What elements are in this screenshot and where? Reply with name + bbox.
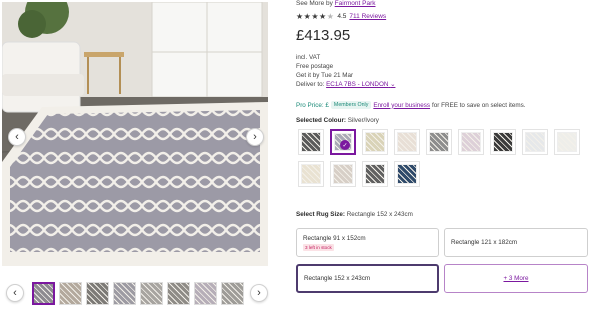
colour-swatch-light-grey[interactable] [522,129,548,155]
hero-next-button[interactable]: › [246,128,264,146]
size-option-91x152[interactable]: Rectangle 91 x 152cm 3 left in stock [296,228,439,257]
reviews-link[interactable]: 711 Reviews [349,13,386,20]
brand-link[interactable]: Fairmont Park [335,0,376,7]
chevron-right-icon: › [257,287,261,299]
colour-swatch-navy-ivory[interactable] [394,161,420,187]
chevron-right-icon: › [253,131,257,143]
size-more-label: + 3 More [503,275,529,282]
size-option-152x243[interactable]: Rectangle 152 x 243cm [296,264,439,293]
thumbnails-prev-button[interactable]: ‹ [6,284,24,302]
size-option-121x182[interactable]: Rectangle 121 x 182cm [444,228,588,257]
swatch-image [301,132,321,152]
swatch-image [301,164,321,184]
thumbnail-5[interactable] [140,282,163,305]
size-option-label: Rectangle 152 x 243cm [304,275,371,282]
delivery-date-text: Get it by Tue 21 Mar [296,72,354,79]
product-hero-image[interactable]: ‹ › [2,2,268,266]
chevron-left-icon: ‹ [13,287,17,299]
colour-swatch-beige-ivory[interactable] [362,129,388,155]
deliver-to-label: Deliver to: [296,81,325,88]
thumbnails-next-button[interactable]: › [250,284,268,302]
colour-swatch-dark-grey[interactable] [362,161,388,187]
members-only-badge: Members Only [330,101,372,109]
swatch-image [557,132,577,152]
swatch-image [397,164,417,184]
swatch-image [429,132,449,152]
chevron-down-icon: ⌄ [390,81,396,88]
thumbnail-8[interactable] [221,282,244,305]
product-price: £413.95 [296,27,351,44]
colour-swatch-ivory-lilac[interactable] [458,129,484,155]
thumbnail-7[interactable] [194,282,217,305]
size-option-label: Rectangle 121 x 182cm [451,239,518,246]
colour-swatch-ivory-beige-2[interactable] [298,161,324,187]
rug-size-label: Select Rug Size: [296,211,345,218]
thumbnail-3[interactable] [86,282,109,305]
brand-link-line: See More by Fairmont Park [296,0,376,7]
colour-swatch-ivory-beige[interactable] [394,129,420,155]
thumbnail-2[interactable] [59,282,82,305]
swatch-image [365,164,385,184]
colour-swatch-black-ivory[interactable] [490,129,516,155]
colour-swatch-grey-ivory[interactable] [426,129,452,155]
stock-badge: 3 left in stock [303,243,334,251]
size-more-button[interactable]: + 3 More [444,264,588,293]
colour-swatch-ivory-silver[interactable] [554,129,580,155]
swatch-image [493,132,513,152]
colour-swatch-beige-taupe[interactable] [330,161,356,187]
swatch-image [365,132,385,152]
chevron-left-icon: ‹ [15,131,19,143]
pro-price-label: Pro Price: £ [296,101,329,109]
size-option-label: Rectangle 91 x 152cm [303,234,366,242]
colour-swatch-silver-ivory[interactable]: ✓ [330,129,356,155]
see-more-prefix: See More by [296,0,333,7]
rating-row: ★★★★★ 4.5 711 Reviews [296,12,386,21]
swatch-image [397,132,417,152]
selected-colour-value: Silver/Ivory [347,117,379,124]
enroll-business-link[interactable]: Enroll your business [373,102,430,109]
deliver-to-location-link[interactable]: EC1A 7BS - LONDON ⌄ [326,81,395,88]
thumbnail-strip: ‹ › [2,281,270,307]
selected-colour-line: Selected Colour: Silver/Ivory [296,117,379,124]
rating-value: 4.5 [337,13,347,20]
postage-text: Free postage [296,63,334,70]
checkmark-icon: ✓ [340,140,350,150]
deliver-to-line: Deliver to: EC1A 7BS - LONDON ⌄ [296,81,395,88]
pro-price-line: Pro Price: £ Members Only Enroll your bu… [296,101,526,109]
vat-text: incl. VAT [296,54,321,61]
rug-size-line: Select Rug Size: Rectangle 152 x 243cm [296,211,413,218]
swatch-image [333,164,353,184]
thumbnail-1[interactable] [32,282,55,305]
swatch-image [525,132,545,152]
thumbnail-6[interactable] [167,282,190,305]
colour-swatch-charcoal-ivory[interactable] [298,129,324,155]
hero-rug-illustration [2,2,268,266]
star-rating-icon: ★★★★★ [296,12,335,21]
swatch-image [461,132,481,152]
selected-colour-label: Selected Colour: [296,117,347,124]
rug-size-value: Rectangle 152 x 243cm [346,211,413,218]
thumbnail-4[interactable] [113,282,136,305]
enroll-suffix: for FREE to save on select items. [432,101,526,109]
hero-prev-button[interactable]: ‹ [8,128,26,146]
